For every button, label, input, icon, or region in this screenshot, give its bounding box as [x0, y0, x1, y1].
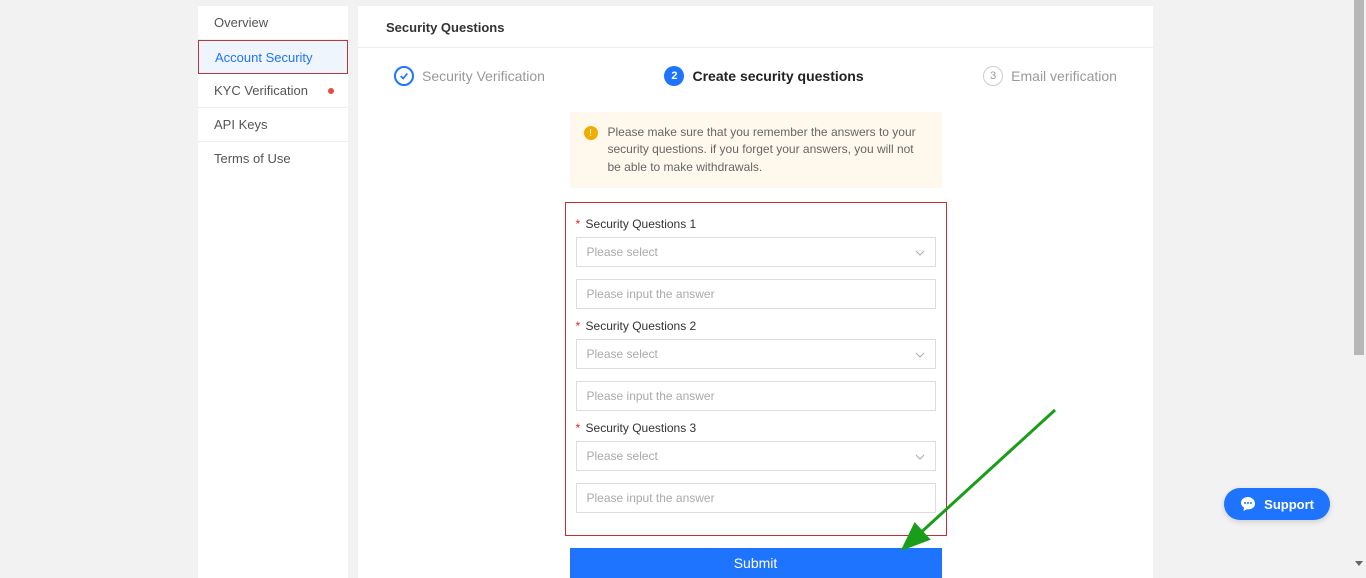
select-placeholder: Please select	[587, 347, 658, 361]
notice-text: Please make sure that you remember the a…	[608, 124, 928, 176]
support-chat-button[interactable]: Support	[1224, 488, 1330, 520]
sidebar-item-api-keys[interactable]: API Keys	[198, 108, 348, 142]
answer-input-3[interactable]	[576, 483, 936, 513]
scrollbar-track[interactable]	[1352, 0, 1366, 570]
sidebar-item-overview[interactable]: Overview	[198, 6, 348, 40]
question-select-1[interactable]: Please select	[576, 237, 936, 267]
sidebar-item-kyc-verification[interactable]: KYC Verification	[198, 74, 348, 108]
chevron-down-icon	[915, 347, 925, 361]
question-group-3: * Security Questions 3 Please select	[576, 421, 936, 513]
submit-row: Submit	[570, 548, 942, 578]
sidebar-item-terms-of-use[interactable]: Terms of Use	[198, 142, 348, 176]
required-asterisk-icon: *	[576, 421, 581, 435]
step-create-security-questions: 2 Create security questions	[664, 66, 863, 86]
page-container: Overview Account Security KYC Verificati…	[198, 0, 1366, 578]
sidebar-item-label: Overview	[214, 15, 268, 30]
sidebar-item-label: Account Security	[215, 50, 313, 65]
scrollbar-thumb[interactable]	[1354, 0, 1364, 355]
question-select-3[interactable]: Please select	[576, 441, 936, 471]
main-panel: Security Questions Security Verification…	[358, 6, 1153, 578]
sidebar: Overview Account Security KYC Verificati…	[198, 6, 348, 578]
step-label: Email verification	[1011, 68, 1117, 84]
answer-input-2[interactable]	[576, 381, 936, 411]
question-label-3: * Security Questions 3	[576, 421, 936, 435]
step-number-icon: 2	[664, 66, 684, 86]
scroll-down-icon[interactable]	[1355, 561, 1363, 566]
questions-form: * Security Questions 1 Please select * S…	[565, 202, 947, 536]
step-security-verification: Security Verification	[394, 66, 545, 86]
chat-bubble-icon	[1240, 496, 1256, 512]
sidebar-item-account-security[interactable]: Account Security	[198, 40, 348, 74]
notice-banner: ! Please make sure that you remember the…	[570, 112, 942, 188]
page-title: Security Questions	[358, 6, 1153, 48]
sidebar-item-label: KYC Verification	[214, 83, 308, 98]
question-label-1: * Security Questions 1	[576, 217, 936, 231]
alert-dot-icon	[328, 88, 334, 94]
step-email-verification: 3 Email verification	[983, 66, 1117, 86]
sidebar-item-label: Terms of Use	[214, 151, 291, 166]
stepper: Security Verification 2 Create security …	[358, 48, 1153, 94]
answer-input-1[interactable]	[576, 279, 936, 309]
submit-button[interactable]: Submit	[570, 548, 942, 578]
chevron-down-icon	[915, 449, 925, 463]
check-circle-icon	[394, 66, 414, 86]
required-asterisk-icon: *	[576, 217, 581, 231]
question-select-2[interactable]: Please select	[576, 339, 936, 369]
step-number-icon: 3	[983, 66, 1003, 86]
sidebar-item-label: API Keys	[214, 117, 267, 132]
select-placeholder: Please select	[587, 449, 658, 463]
step-label: Create security questions	[692, 68, 863, 84]
question-group-2: * Security Questions 2 Please select	[576, 319, 936, 411]
chevron-down-icon	[915, 245, 925, 259]
question-label-2: * Security Questions 2	[576, 319, 936, 333]
support-label: Support	[1264, 497, 1314, 512]
step-label: Security Verification	[422, 68, 545, 84]
select-placeholder: Please select	[587, 245, 658, 259]
required-asterisk-icon: *	[576, 319, 581, 333]
warning-icon: !	[584, 126, 598, 140]
question-group-1: * Security Questions 1 Please select	[576, 217, 936, 309]
